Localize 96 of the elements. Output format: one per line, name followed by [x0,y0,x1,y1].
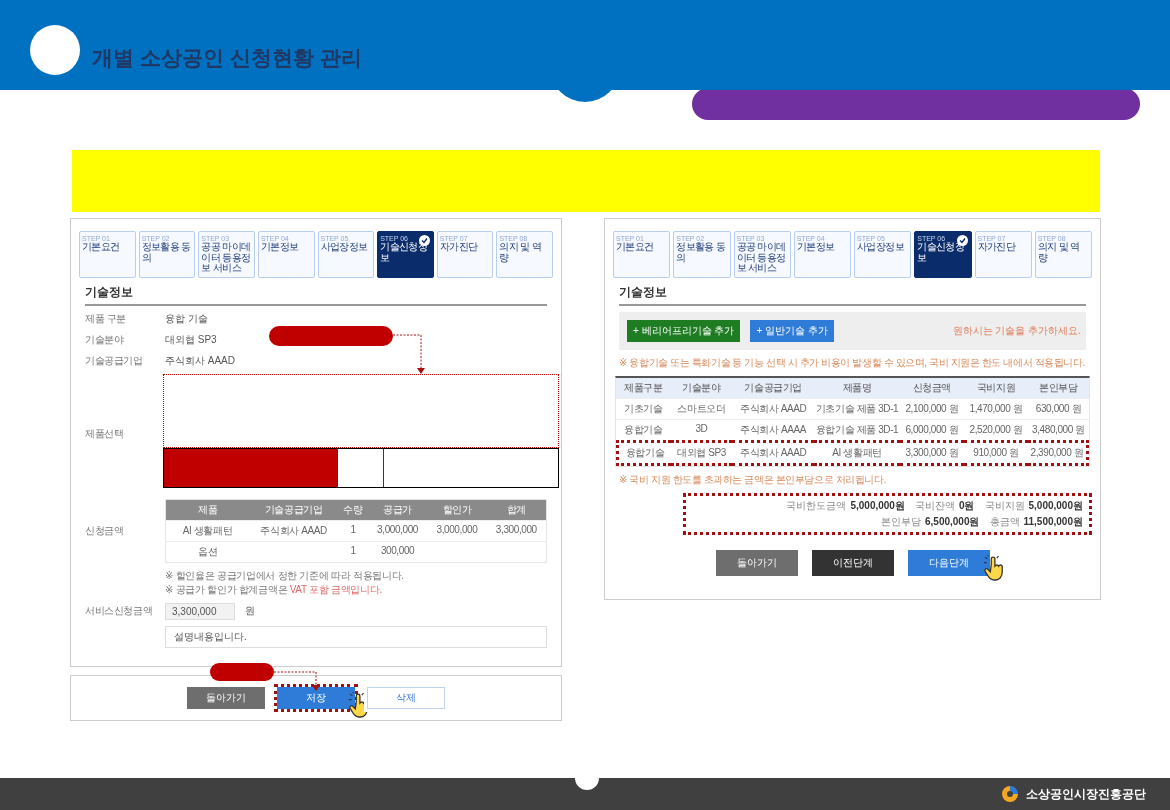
note-text: ※ 할인율은 공급기업에서 정한 기준에 따라 적용됩니다. [165,568,404,583]
table-cell: 1 [338,519,368,541]
unit-label: 원 [245,604,255,618]
step-label: 자가진단 [977,242,1016,253]
summary-value: 6,500,000원 [925,514,980,529]
column-header: 제품명 [814,377,900,398]
summary-label: 본인부담 [881,514,921,529]
table-cell: 2,520,000 원 [963,418,1028,440]
summary-value: 0원 [958,498,975,513]
section-heading: 기술정보 [85,283,547,306]
table-cell: 3D [670,418,732,440]
column-header: 수량 [338,499,368,520]
step-label: 의지 및 역량 [1037,242,1081,263]
step-label: 기본요건 [616,242,654,253]
table-cell: 융합기술 제품 3D-1 [814,418,900,440]
step-label: 정보활용 동의 [141,242,192,263]
page-title: 개별 소상공인 신청현황 관리 [92,45,362,71]
table-cell: 910,000 원 [963,439,1028,466]
table-cell: 주식회사 AAAD [731,439,815,466]
table-cell: 3,000,000 [427,519,487,541]
summary-label: 국비지원 [984,498,1025,513]
table-cell: 1 [338,540,368,562]
step-label: 의지 및 역량 [499,242,543,263]
memo-field[interactable]: 설명내용입니다. [165,625,547,648]
table-cell: 주식회사 AAAA [731,418,815,440]
step-label: 기본정보 [260,242,299,253]
summary-value: 5,000,000원 [850,498,905,513]
field-label: 신청금액 [85,523,125,538]
table-cell: 옵션 [166,540,250,562]
table-note: ※ 국비 지원 한도를 초과하는 금액은 본인부담으로 처리됩니다. [618,472,887,487]
field-label: 서비스신청금액 [85,604,154,618]
table-cell: 1,470,000 원 [963,397,1028,419]
column-header: 공급가 [367,499,428,520]
table-cell: 3,300,000 [486,519,546,541]
column-header: 합계 [486,499,546,520]
table-cell: 3,300,000 원 [899,439,964,466]
step-label: 기술신청정보 [380,242,429,263]
column-header: 제품구분 [616,377,671,398]
table-cell: 3,480,000 원 [1027,418,1089,440]
toolbar-note: 원하시는 기술을 추가하세요. [952,323,1081,338]
step-label: 자가진단 [439,242,478,253]
warning-text: ※ 융합기술 또는 특화기술 등 기능 선택 시 추가 비용이 발생할 수 있으며, 국비 지원은 한도 내에서 적용됩니다. [618,355,1086,370]
table-cell: 기초기술 제품 3D-1 [814,397,900,419]
field-label: 기술분야 [85,333,125,347]
logo-icon [1000,784,1020,804]
table-cell: 대외협 SP3 [670,439,732,466]
summary-label: 총금액 [989,514,1020,529]
column-header: 본인부담 [1027,377,1089,398]
step-label: 사업장정보 [320,242,368,253]
circle-badge [30,25,80,75]
step-label: 기본정보 [796,242,835,253]
field-label: 기술공급기업 [85,354,144,368]
table-cell: 300,000 [367,540,428,562]
section-heading: 기술정보 [619,283,1086,306]
organization-name: 소상공인시장진흥공단 [1026,785,1146,803]
field-value: 융합 기술 [165,312,208,326]
leader-line [274,670,320,691]
column-header: 기술분야 [670,377,732,398]
amount-field[interactable]: 3,300,000 [165,602,235,620]
filled-button[interactable]: 저장 [274,683,358,712]
summary-label: 국비한도금액 [786,498,847,513]
table-cell: 스마트오더 [670,397,732,419]
table-cell: 3,000,000 [367,519,428,541]
table-cell: 기초기술 [616,397,671,419]
field-label: 제품선택 [85,426,125,441]
table-cell: 6,000,000 원 [899,418,964,440]
column-header: 할인가 [427,499,487,520]
column-header: 신청금액 [899,377,964,398]
column-header: 기술공급기업 [249,499,339,520]
table-cell: 2,390,000 원 [1027,439,1089,466]
step-label: 기본요건 [82,242,120,253]
column-header: 제품 [166,499,250,520]
step-label: 공공 마이데이터 등용정보 서비스 [736,242,787,274]
column-header: 국비지원 [963,377,1028,398]
step-label: 정보활용 동의 [676,242,727,263]
column-header: 기술공급기업 [731,377,815,398]
table-cell: 630,000 원 [1027,397,1089,419]
field-value: 대외협 SP3 [165,333,217,347]
table-cell: 주식회사 AAAD [731,397,815,419]
table-cell: 융합기술 [616,439,671,466]
step-label: 기술신청정보 [917,242,966,263]
pointer-hand-icon [982,554,1005,583]
table-cell: 2,100,000 원 [899,397,964,419]
field-value: 주식회사 AAAD [165,354,235,368]
leader-line [393,333,425,374]
step-label: 사업장정보 [857,242,904,253]
field-label: 제품 구분 [85,312,127,326]
table-cell: AI 생활패턴 [166,519,250,541]
summary-value: 5,000,000원 [1028,498,1083,513]
note-text: ※ 공급가 할인가 합계금액은 VAT 포함 금액입니다. [165,582,383,597]
table-cell: 주식회사 AAAD [249,519,339,541]
step-label: 공공 마이데이터 등용정보 서비스 [201,242,252,274]
summary-value: 11,500,000원 [1023,514,1083,529]
table-cell: AI 생활패턴 [814,439,900,466]
table-cell: 융합기술 [616,418,671,440]
summary-label: 국비잔액 [914,498,955,513]
